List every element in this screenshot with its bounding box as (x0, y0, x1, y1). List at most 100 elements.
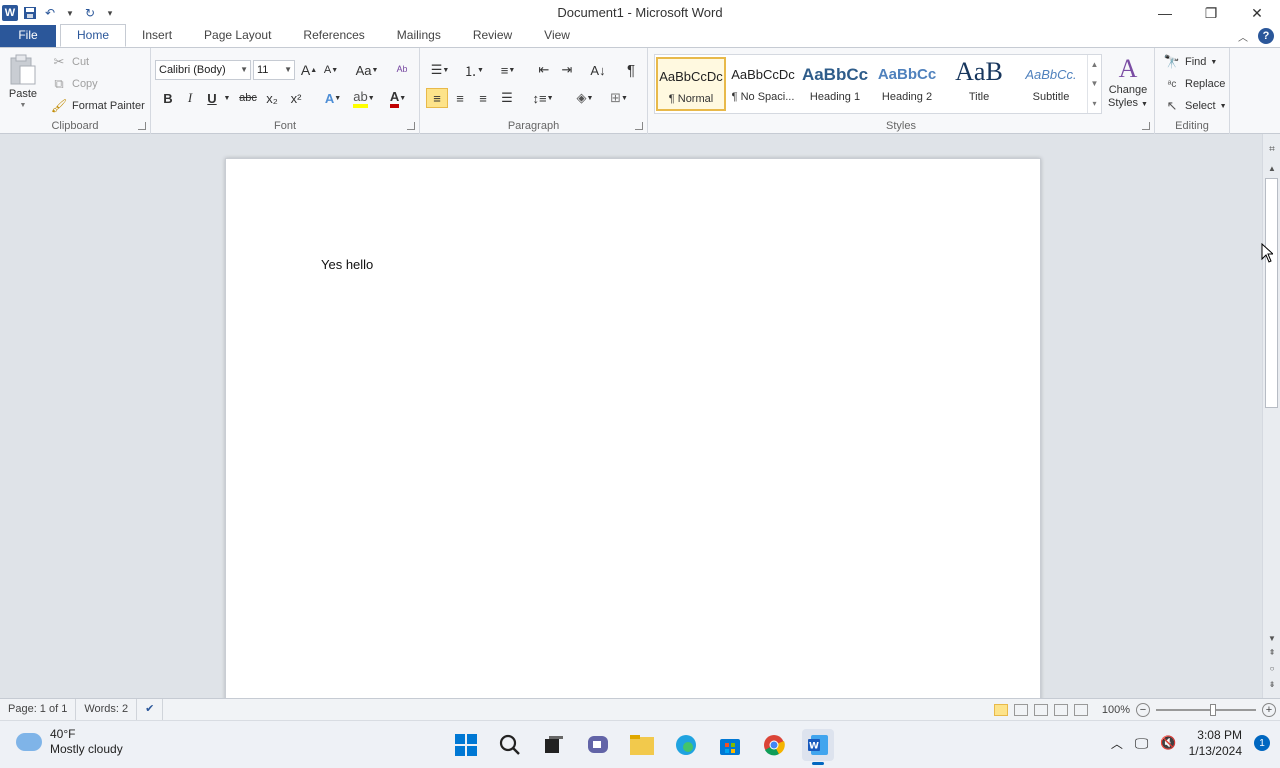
align-left-button[interactable]: ≡ (426, 88, 448, 108)
document-text[interactable]: Yes hello (321, 257, 373, 272)
borders-button[interactable]: ⊞ ▼ (604, 88, 634, 108)
store-icon[interactable] (714, 729, 746, 761)
style-title[interactable]: AaB Title (944, 57, 1014, 111)
styles-gallery-scroll[interactable]: ▲ ▼ ▾ (1087, 55, 1101, 113)
strikethrough-button[interactable]: abc (237, 88, 259, 108)
clear-formatting-button[interactable]: ᴬᵇ (391, 60, 413, 80)
browse-object-icon[interactable]: ○ (1263, 664, 1280, 673)
save-icon[interactable] (22, 5, 38, 21)
chevron-down-icon[interactable]: ▼ (62, 5, 78, 21)
vertical-scrollbar[interactable]: ⌗ ▲ ▼ ⇞ ○ ⇟ (1262, 134, 1280, 698)
shading-button[interactable]: ◈ ▼ (570, 88, 600, 108)
line-spacing-button[interactable]: ↕≡ ▼ (529, 88, 557, 108)
chat-icon[interactable] (582, 729, 614, 761)
style-heading-2[interactable]: AaBbCc Heading 2 (872, 57, 942, 111)
change-styles-button[interactable]: A Change Styles ▼ (1106, 54, 1150, 111)
start-icon[interactable] (450, 729, 482, 761)
align-center-button[interactable]: ≡ (449, 88, 471, 108)
zoom-in-icon[interactable]: + (1262, 703, 1276, 717)
draft-icon[interactable] (1073, 704, 1088, 716)
more-icon[interactable]: ▾ (1092, 99, 1096, 108)
sort-button[interactable]: A↓ (587, 60, 609, 80)
select-button[interactable]: ↖ Select ▼ (1163, 97, 1227, 115)
tab-page-layout[interactable]: Page Layout (188, 25, 287, 47)
word-taskbar-icon[interactable]: W (802, 729, 834, 765)
network-icon[interactable]: 🖵 (1135, 735, 1149, 752)
scroll-up-icon[interactable]: ▲ (1263, 164, 1280, 173)
proofing-icon[interactable]: ✔ (137, 698, 164, 721)
full-screen-reading-icon[interactable] (1013, 704, 1028, 716)
multilevel-list-button[interactable]: ≡ ▼ (494, 60, 522, 80)
change-case-button[interactable]: Aa ▼ (353, 60, 381, 80)
tab-insert[interactable]: Insert (126, 25, 188, 47)
grow-font-button[interactable]: A ▲ (298, 60, 320, 80)
search-icon[interactable] (494, 729, 526, 761)
align-right-button[interactable]: ≡ (472, 88, 494, 108)
tab-mailings[interactable]: Mailings (381, 25, 457, 47)
restore-icon[interactable]: ❐ (1188, 0, 1234, 26)
replace-button[interactable]: ᵃc Replace (1163, 75, 1226, 93)
notification-badge[interactable]: 1 (1254, 735, 1270, 751)
chevron-up-icon[interactable]: ︿ (1111, 735, 1123, 752)
font-launcher-icon[interactable] (407, 122, 415, 130)
increase-indent-button[interactable]: ⇥ (556, 60, 578, 80)
document-area[interactable]: Yes hello (0, 134, 1262, 698)
decrease-indent-button[interactable]: ⇤ (533, 60, 555, 80)
ruler-toggle-icon[interactable]: ⌗ (1263, 144, 1280, 155)
close-icon[interactable]: ✕ (1234, 0, 1280, 26)
text-effects-button[interactable]: A ▼ (319, 88, 347, 108)
font-family-dropdown[interactable]: Calibri (Body) ▼ (155, 60, 251, 80)
help-icon[interactable]: ? (1258, 28, 1274, 44)
superscript-button[interactable]: x² (285, 88, 307, 108)
volume-icon[interactable]: 🔇 (1160, 735, 1176, 751)
paste-button[interactable]: Paste ▼ (8, 54, 38, 109)
document-page[interactable]: Yes hello (225, 158, 1041, 698)
customize-qat-icon[interactable]: ▾ (102, 5, 118, 21)
paragraph-launcher-icon[interactable] (635, 122, 643, 130)
bullets-button[interactable]: ☰ ▼ (426, 60, 454, 80)
zoom-slider-thumb[interactable] (1210, 704, 1216, 716)
numbering-button[interactable]: ⒈ ▼ (460, 60, 488, 80)
style-heading-1[interactable]: AaBbCc Heading 1 (800, 57, 870, 111)
font-size-dropdown[interactable]: 11 ▼ (253, 60, 295, 80)
tab-home[interactable]: Home (60, 24, 127, 47)
underline-dropdown[interactable]: ▼ (221, 88, 233, 108)
style-no-spacing[interactable]: AaBbCcDc ¶ No Spaci... (728, 57, 798, 111)
scroll-thumb[interactable] (1265, 178, 1278, 408)
underline-button[interactable]: U (201, 88, 223, 108)
find-button[interactable]: 🔭 Find ▼ (1163, 53, 1217, 71)
bold-button[interactable]: B (157, 88, 179, 108)
highlight-button[interactable]: ab ▼ (349, 88, 379, 108)
zoom-slider[interactable] (1156, 704, 1256, 716)
edge-icon[interactable] (670, 729, 702, 761)
show-formatting-button[interactable]: ¶ (620, 60, 642, 80)
print-layout-icon[interactable] (993, 704, 1008, 716)
font-color-button[interactable]: A ▼ (383, 88, 413, 108)
tab-file[interactable]: File (0, 25, 56, 47)
styles-launcher-icon[interactable] (1142, 122, 1150, 130)
copy-button[interactable]: ⧉ Copy (50, 75, 97, 93)
italic-button[interactable]: I (179, 88, 201, 108)
word-logo-icon[interactable]: W (2, 5, 18, 21)
scroll-down-icon[interactable]: ▼ (1263, 634, 1280, 643)
previous-page-icon[interactable]: ⇞ (1263, 648, 1280, 657)
next-page-icon[interactable]: ⇟ (1263, 680, 1280, 689)
minimize-icon[interactable]: — (1142, 0, 1188, 26)
clipboard-launcher-icon[interactable] (138, 122, 146, 130)
undo-icon[interactable]: ↶ (42, 5, 58, 21)
collapse-ribbon-icon[interactable]: ︿ (1238, 29, 1248, 44)
style-normal[interactable]: AaBbCcDc ¶ Normal (656, 57, 726, 111)
format-painter-button[interactable]: 🖌 Format Painter (50, 97, 145, 115)
clock[interactable]: 3:08 PM 1/13/2024 (1189, 727, 1242, 759)
weather-widget[interactable]: 40°F Mostly cloudy (16, 727, 123, 757)
task-view-icon[interactable] (538, 729, 570, 761)
chrome-icon[interactable] (758, 729, 790, 761)
chevron-down-icon[interactable]: ▼ (1091, 79, 1099, 88)
tab-references[interactable]: References (287, 25, 380, 47)
tab-review[interactable]: Review (457, 25, 528, 47)
zoom-level[interactable]: 100% (1102, 704, 1130, 716)
shrink-font-button[interactable]: A ▼ (320, 60, 342, 80)
tab-view[interactable]: View (528, 25, 586, 47)
redo-icon[interactable]: ↻ (82, 5, 98, 21)
subscript-button[interactable]: x₂ (261, 88, 283, 108)
